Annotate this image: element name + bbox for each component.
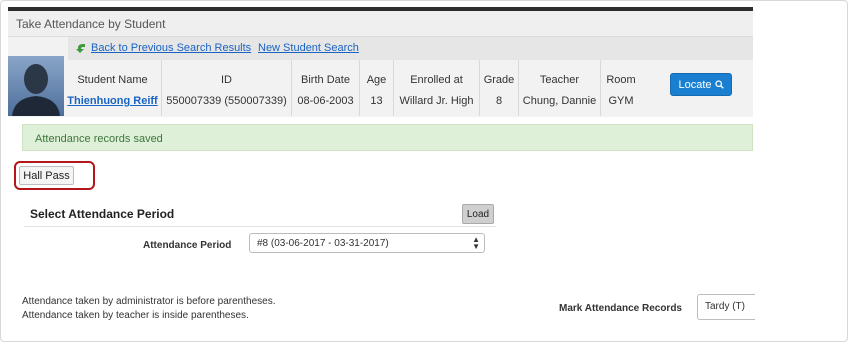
- column-header: Age: [366, 74, 387, 86]
- student-name-column: Student Name Thienhuong Reiff: [64, 60, 162, 116]
- attendance-period-value: #8 (03-06-2017 - 03-31-2017): [257, 238, 389, 249]
- admin-note: Attendance taken by administrator is bef…: [22, 296, 276, 307]
- room-value: GYM: [608, 95, 634, 107]
- column-header: Teacher: [539, 74, 580, 86]
- enrolled-at-value: Willard Jr. High: [399, 95, 474, 107]
- section-divider: [24, 226, 496, 227]
- page-header: Take Attendance by Student: [8, 11, 753, 37]
- student-avatar: [8, 56, 64, 116]
- column-header: Room: [606, 74, 636, 86]
- person-silhouette-icon: [8, 56, 64, 116]
- locate-button[interactable]: Locate: [670, 73, 732, 96]
- room-column: Room GYM: [601, 60, 641, 116]
- grade-column: Grade 8: [480, 60, 519, 116]
- locate-label: Locate: [678, 78, 712, 91]
- mark-records-value: Tardy (T): [705, 301, 745, 312]
- birth-date-value: 08-06-2003: [297, 95, 354, 107]
- column-header: ID: [221, 74, 232, 86]
- mark-records-label: Mark Attendance Records: [559, 303, 682, 314]
- success-alert: Attendance records saved: [22, 124, 753, 151]
- age-column: Age 13: [360, 60, 394, 116]
- search-icon: [714, 80, 724, 89]
- column-header: Grade: [483, 74, 515, 86]
- age-value: 13: [370, 95, 383, 107]
- load-button[interactable]: Load: [462, 204, 494, 224]
- mark-records-select[interactable]: Tardy (T): [697, 294, 755, 320]
- teacher-value: Chung, Dannie: [522, 95, 597, 107]
- column-header: Birth Date: [301, 74, 350, 86]
- column-header: Enrolled at: [410, 74, 463, 86]
- grade-value: 8: [495, 95, 503, 107]
- student-info-table: Student Name Thienhuong Reiff ID 5500073…: [64, 60, 641, 116]
- enrolled-at-column: Enrolled at Willard Jr. High: [394, 60, 480, 116]
- hall-pass-button[interactable]: Hall Pass: [19, 166, 74, 185]
- back-arrow-icon: [76, 44, 85, 53]
- attendance-period-select[interactable]: #8 (03-06-2017 - 03-31-2017) ▲ ▼: [249, 233, 485, 253]
- new-student-search-link[interactable]: New Student Search: [258, 42, 359, 54]
- teacher-column: Teacher Chung, Dannie: [519, 60, 601, 116]
- alert-message: Attendance records saved: [35, 133, 163, 145]
- student-name-link[interactable]: Thienhuong Reiff: [64, 95, 161, 107]
- student-id-column: ID 550007339 (550007339): [162, 60, 292, 116]
- student-id-value: 550007339 (550007339): [166, 95, 287, 107]
- select-arrows-icon: ▲ ▼: [472, 235, 480, 251]
- section-title: Select Attendance Period: [30, 207, 175, 221]
- teacher-note: Attendance taken by teacher is inside pa…: [22, 310, 249, 321]
- back-to-results-link[interactable]: Back to Previous Search Results: [91, 42, 251, 54]
- column-header: Student Name: [77, 74, 148, 86]
- attendance-period-label: Attendance Period: [143, 240, 232, 251]
- birth-date-column: Birth Date 08-06-2003: [292, 60, 360, 116]
- page-title: Take Attendance by Student: [16, 17, 166, 31]
